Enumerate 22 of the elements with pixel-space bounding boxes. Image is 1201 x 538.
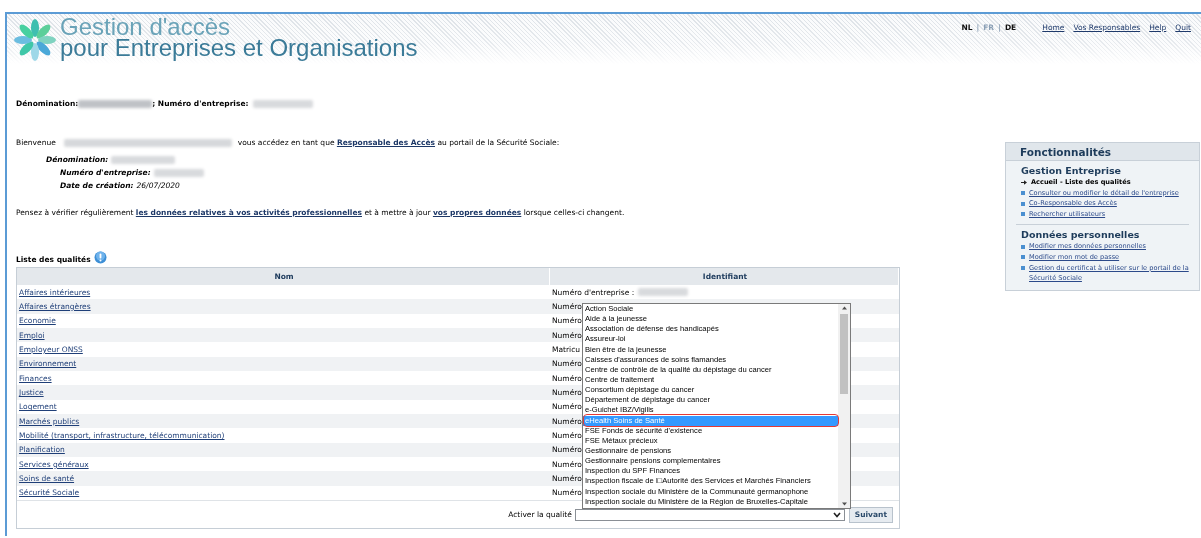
- bullet-icon: [1021, 244, 1025, 249]
- bullet-icon: [1021, 266, 1025, 271]
- sidebar-heading: Données personnelles: [1021, 229, 1141, 241]
- chevron-down-icon: [832, 511, 841, 518]
- info-icon: [93, 251, 107, 264]
- dropdown-list[interactable]: [582, 303, 851, 509]
- bullet-icon: [1021, 201, 1025, 206]
- scrollbar[interactable]: [838, 304, 850, 508]
- sidebar-title: Fonctionnalités: [1006, 143, 1199, 161]
- scroll-thumb[interactable]: [840, 314, 848, 394]
- scroll-up-icon: [840, 304, 848, 312]
- bullet-icon: [1021, 212, 1025, 217]
- blurred-text: [252, 99, 313, 108]
- sidebar-heading: Gestion Entreprise: [1021, 165, 1123, 176]
- blurred-text: [153, 168, 204, 177]
- flower-icon: [12, 18, 58, 62]
- logo-title: Gestion d'accès: [60, 16, 230, 37]
- arrow-right-icon: [1021, 180, 1027, 185]
- scroll-down-icon: [840, 500, 848, 508]
- blurred-text: [111, 155, 176, 164]
- bullet-icon: [1021, 255, 1025, 260]
- bullet-icon: [1021, 191, 1025, 196]
